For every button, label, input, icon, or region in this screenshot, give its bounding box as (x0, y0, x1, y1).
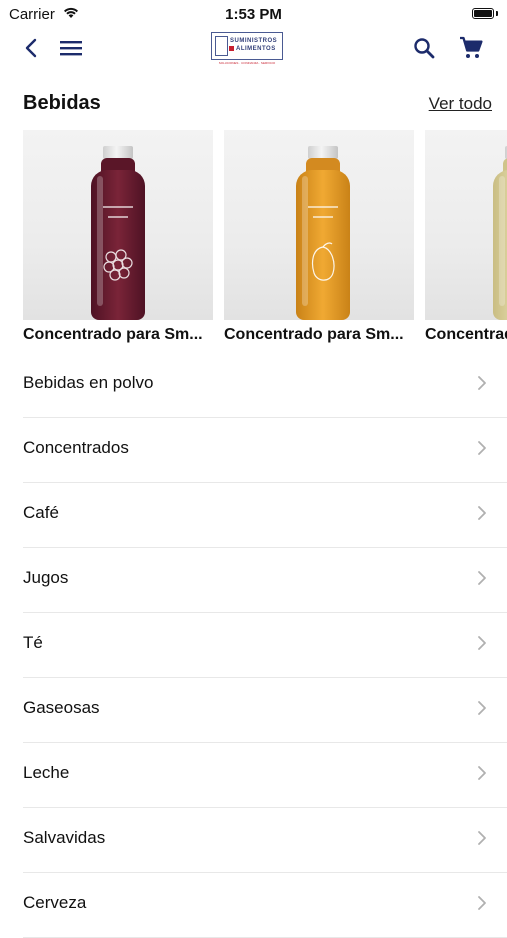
product-name: Concentrado para Sm... (425, 326, 507, 343)
category-label: Cerveza (23, 893, 87, 912)
category-label: Café (23, 503, 59, 522)
category-list: Bebidas en polvo Concentrados Café Jugos… (0, 353, 507, 938)
category-label: Leche (23, 763, 70, 782)
chevron-right-icon (478, 441, 486, 455)
logo-text-line1: SUMINISTROS (230, 38, 278, 44)
chevron-right-icon (478, 636, 486, 650)
chevron-right-icon (478, 376, 486, 390)
product-name: Concentrado para Sm... (23, 326, 203, 343)
logo-badge-icon (229, 46, 234, 51)
category-item-bebidas-en-polvo[interactable]: Bebidas en polvo (23, 353, 507, 418)
brand-logo[interactable]: SUMINISTROS ALIMENTOS SOLUCIONES · CONFI… (211, 32, 283, 65)
product-image (425, 130, 507, 320)
logo-tagline: SOLUCIONES · CONFIANZA · SERVICIO (218, 61, 276, 65)
bottle-image (91, 146, 145, 320)
search-button[interactable] (408, 28, 440, 68)
cart-button[interactable] (454, 28, 488, 68)
category-item-gaseosas[interactable]: Gaseosas (23, 678, 507, 743)
status-time: 1:53 PM (225, 6, 282, 23)
category-label: Jugos (23, 568, 69, 587)
chevron-right-icon (478, 701, 486, 715)
chevron-right-icon (478, 831, 486, 845)
category-item-salvavidas[interactable]: Salvavidas (23, 808, 507, 873)
category-label: Bebidas en polvo (23, 373, 154, 392)
category-label: Concentrados (23, 438, 129, 457)
hamburger-icon (60, 41, 82, 56)
status-bar: Carrier 1:53 PM (0, 0, 507, 28)
see-all-link[interactable]: Ver todo (429, 94, 492, 114)
chevron-right-icon (478, 506, 486, 520)
bottle-image (296, 146, 350, 320)
raspberry-icon (103, 249, 133, 281)
search-icon (414, 38, 435, 59)
logo-emblem-icon (215, 36, 228, 56)
section-header: Bebidas Ver todo (23, 92, 493, 120)
category-label: Gaseosas (23, 698, 100, 717)
category-label: Salvavidas (23, 828, 106, 847)
product-image (23, 130, 213, 320)
section-title: Bebidas (23, 92, 101, 114)
product-name: Concentrado para Sm... (224, 326, 404, 343)
category-item-cerveza[interactable]: Cerveza (23, 873, 507, 938)
logo-text-line2: ALIMENTOS (236, 46, 276, 52)
chevron-left-icon (25, 38, 37, 58)
product-image (224, 130, 414, 320)
category-item-leche[interactable]: Leche (23, 743, 507, 808)
product-card[interactable]: Concentrado para Sm... (23, 130, 213, 350)
chevron-right-icon (478, 571, 486, 585)
category-item-cafe[interactable]: Café (23, 483, 507, 548)
bottle-image (493, 146, 507, 320)
category-item-concentrados[interactable]: Concentrados (23, 418, 507, 483)
chevron-right-icon (478, 896, 486, 910)
product-card[interactable]: Concentrado para Sm... (224, 130, 414, 350)
category-label: Té (23, 633, 43, 652)
nav-bar: SUMINISTROS ALIMENTOS SOLUCIONES · CONFI… (0, 28, 507, 68)
mango-icon (311, 242, 335, 281)
category-item-jugos[interactable]: Jugos (23, 548, 507, 613)
category-item-te[interactable]: Té (23, 613, 507, 678)
product-carousel[interactable]: Concentrado para Sm... Concentrado para … (23, 130, 507, 350)
shopping-cart-icon (460, 36, 483, 58)
back-button[interactable] (16, 28, 46, 68)
chevron-right-icon (478, 766, 486, 780)
menu-button[interactable] (56, 28, 86, 68)
product-card[interactable]: Concentrado para Sm... (425, 130, 507, 350)
battery-icon (472, 8, 498, 20)
